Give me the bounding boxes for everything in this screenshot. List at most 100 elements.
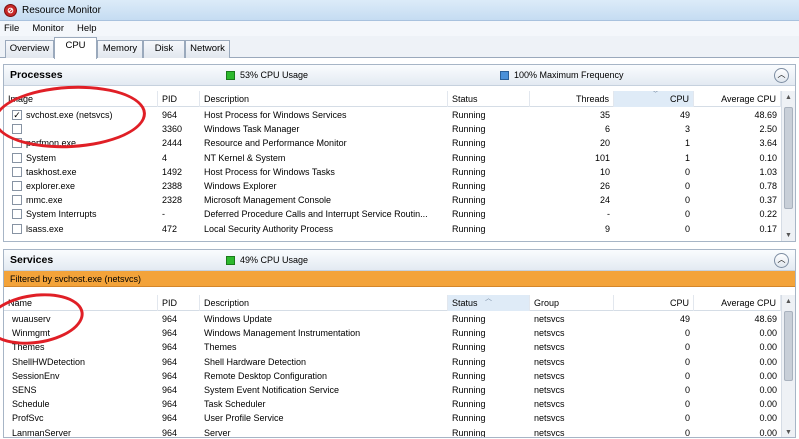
processes-header[interactable]: Processes 53% CPU Usage 100% Maximum Fre… (4, 65, 795, 86)
tab-disk[interactable]: Disk (143, 40, 185, 58)
col-pid[interactable]: PID (158, 91, 200, 107)
tab-strip: Overview CPU Memory Disk Network (0, 36, 799, 59)
col-description[interactable]: Description (200, 295, 448, 311)
cpu-cell: 0 (684, 385, 690, 395)
tab-network[interactable]: Network (185, 40, 230, 58)
table-row[interactable]: 3360 Windows Task Manager Running 6 3 2.50 (4, 122, 781, 136)
window-title: Resource Monitor (22, 4, 101, 16)
col-name[interactable]: Name (4, 295, 158, 311)
collapse-services-icon[interactable]: ︿ (774, 253, 789, 268)
threads-cell: 10 (599, 166, 610, 177)
scroll-up-icon[interactable]: ▲ (783, 92, 794, 103)
cpu-cell: 0 (684, 181, 690, 191)
row-checkbox[interactable] (12, 181, 22, 191)
tab-memory[interactable]: Memory (97, 40, 143, 58)
services-panel: Services 49% CPU Usage ︿ Filtered by svc… (3, 249, 796, 438)
table-row[interactable]: Themes 964 Themes Running netsvcs 0 0.00 (4, 340, 781, 354)
threads-cell: 26 (599, 181, 610, 191)
row-checkbox[interactable] (12, 166, 22, 177)
tab-cpu[interactable]: CPU (54, 37, 97, 59)
row-checkbox[interactable] (12, 124, 22, 135)
col-status-label: Status (452, 298, 478, 308)
description-cell: System Event Notification Service (204, 385, 340, 395)
pid-cell: 964 (162, 356, 178, 367)
col-group[interactable]: Group (530, 295, 614, 311)
table-row[interactable]: explorer.exe 2388 Windows Explorer Running 2… (4, 179, 781, 193)
col-status[interactable]: Status (448, 91, 530, 107)
table-row[interactable]: SENS 964 System Event Notification Service… (4, 383, 781, 397)
image-cell: taskhost.exe (26, 166, 77, 177)
average-cpu-cell: 0.17 (759, 223, 777, 234)
table-row[interactable]: LanmanServer 964 Server Running netsvcs 0 0.00 (4, 426, 781, 438)
menu-help[interactable]: Help (77, 23, 97, 34)
table-row[interactable]: taskhost.exe 1492 Host Process for Windows… (4, 165, 781, 179)
group-cell: netsvcs (534, 385, 565, 395)
filter-bar[interactable]: Filtered by svchost.exe (netsvcs) (4, 271, 795, 287)
average-cpu-cell: 48.69 (754, 110, 777, 120)
col-image[interactable]: Image (4, 91, 158, 107)
col-average-cpu[interactable]: Average CPU (694, 295, 781, 311)
services-title: Services (10, 254, 54, 266)
scroll-thumb[interactable] (784, 311, 793, 381)
cpu-cell: 0 (684, 427, 690, 438)
sort-ascending-icon: ︿ (485, 295, 492, 302)
description-cell: Task Scheduler (204, 399, 266, 410)
processes-max-frequency: 100% Maximum Frequency (500, 70, 624, 80)
processes-title: Processes (10, 69, 63, 81)
col-description[interactable]: Description (200, 91, 448, 107)
threads-cell: 24 (599, 195, 610, 206)
col-threads[interactable]: Threads (530, 91, 614, 107)
table-row[interactable]: lsass.exe 472 Local Security Authority Pro… (4, 222, 781, 236)
table-row[interactable]: Schedule 964 Task Scheduler Running netsvcs 0… (4, 397, 781, 411)
description-cell: Server (204, 427, 231, 438)
scroll-thumb[interactable] (784, 107, 793, 209)
col-cpu[interactable]: CPU (614, 295, 694, 311)
processes-scrollbar[interactable]: ▲ ▼ (781, 91, 795, 241)
cpu-cell: 0 (684, 328, 690, 339)
services-header[interactable]: Services 49% CPU Usage ︿ (4, 250, 795, 271)
services-scrollbar[interactable]: ▲ ▼ (781, 295, 795, 437)
scroll-down-icon[interactable]: ▼ (783, 230, 794, 241)
row-checkbox[interactable] (12, 209, 22, 220)
average-cpu-cell: 0.00 (759, 413, 777, 424)
row-checkbox[interactable] (12, 223, 22, 234)
row-checkbox[interactable] (12, 152, 22, 163)
menu-monitor[interactable]: Monitor (32, 23, 64, 34)
row-checkbox[interactable]: ✓ (12, 110, 22, 120)
image-cell: perfmon.exe (26, 138, 77, 149)
table-row[interactable]: SessionEnv 964 Remote Desktop Configuratio… (4, 369, 781, 383)
services-cpu-usage: 49% CPU Usage (226, 255, 308, 265)
status-cell: Running (452, 195, 486, 206)
table-row[interactable]: Winmgmt 964 Windows Management Instrumenta… (4, 326, 781, 340)
name-cell: Schedule (12, 399, 50, 410)
table-row[interactable]: perfmon.exe 2444 Resource and Performance … (4, 136, 781, 150)
collapse-processes-icon[interactable]: ︿ (774, 68, 789, 83)
pid-cell: 2328 (162, 195, 183, 206)
row-checkbox[interactable] (12, 138, 22, 149)
average-cpu-cell: 0.00 (759, 356, 777, 367)
status-cell: Running (452, 342, 486, 353)
name-cell: Winmgmt (12, 328, 50, 339)
table-row[interactable]: System Interrupts - Deferred Procedure Cal… (4, 207, 781, 221)
row-checkbox[interactable] (12, 195, 22, 206)
status-cell: Running (452, 427, 486, 438)
col-average-cpu[interactable]: Average CPU (694, 91, 781, 107)
table-row[interactable]: System 4 NT Kernel & System Running 101 1 0.10 (4, 151, 781, 165)
table-row[interactable]: mmc.exe 2328 Microsoft Management Console R… (4, 193, 781, 207)
table-row[interactable]: ✓ svchost.exe (netsvcs) 964 Host Process fo… (4, 108, 781, 122)
col-pid[interactable]: PID (158, 295, 200, 311)
threads-cell: - (607, 209, 610, 220)
processes-cpu-usage-label: 53% CPU Usage (240, 70, 309, 80)
table-row[interactable]: ShellHWDetection 964 Shell Hardware Detect… (4, 355, 781, 369)
col-status[interactable]: ︿ Status (448, 295, 530, 311)
cpu-usage-indicator-icon (226, 70, 235, 80)
col-cpu[interactable]: ﹀ CPU (614, 91, 694, 107)
tab-overview[interactable]: Overview (5, 40, 54, 58)
scroll-up-icon[interactable]: ▲ (783, 296, 794, 307)
cpu-cell: 0 (684, 356, 690, 367)
scroll-down-icon[interactable]: ▼ (783, 427, 794, 437)
table-row[interactable]: wuauserv 964 Windows Update Running netsvcs 4… (4, 312, 781, 326)
table-row[interactable]: ProfSvc 964 User Profile Service Running net… (4, 411, 781, 425)
menu-file[interactable]: File (4, 23, 19, 34)
services-cpu-usage-label: 49% CPU Usage (240, 255, 309, 265)
